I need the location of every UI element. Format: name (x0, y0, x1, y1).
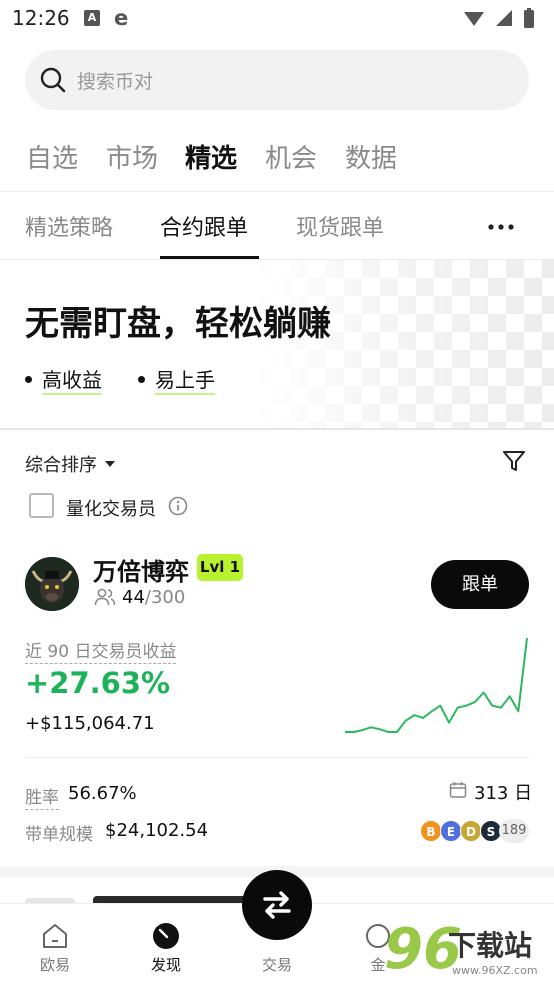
win-rate-label: 胜率 (25, 783, 59, 810)
filter-icon[interactable] (502, 449, 526, 473)
trader-name[interactable]: 万倍博弈 (93, 552, 189, 587)
home-icon (43, 924, 67, 948)
sparkline-series (345, 637, 528, 733)
quant-trader-checkbox[interactable] (29, 493, 54, 518)
discover-icon (153, 923, 179, 949)
sort-dropdown[interactable]: 综合排序 (25, 451, 115, 477)
subtab-futures-copy[interactable]: 合约跟单 (160, 210, 248, 242)
trade-fab-button[interactable] (242, 870, 312, 940)
nav-home[interactable]: 欧易 (15, 904, 95, 984)
tab-opportunities[interactable]: 机会 (265, 138, 317, 175)
users-icon (94, 588, 116, 606)
swap-icon (263, 891, 291, 919)
status-bar: 12:26 A e (0, 0, 554, 40)
level-badge: Lvl 1 (197, 554, 243, 581)
search-bar[interactable]: 搜索币对 (25, 50, 529, 110)
divider (25, 757, 529, 758)
pnl-value: +$115,064.71 (25, 713, 155, 734)
search-placeholder: 搜索币对 (77, 71, 154, 93)
btc-coin-icon: B (420, 820, 442, 842)
calendar-icon (449, 782, 467, 798)
tab-featured[interactable]: 精选 (185, 138, 237, 175)
promo-banner[interactable]: 无需盯盘，轻松躺赚 高收益 易上手 (0, 260, 554, 428)
more-coins-count: 189 (499, 819, 529, 843)
win-rate-value: 56.67% (68, 783, 137, 804)
banner-tag: 易上手 (138, 364, 215, 395)
follower-count: 44/300 (122, 587, 186, 608)
roi-value: +27.63% (25, 666, 171, 700)
caret-down-icon (105, 461, 115, 467)
tab-favorites[interactable]: 自选 (26, 138, 78, 175)
divider (0, 428, 554, 430)
status-time: 12:26 (12, 6, 70, 30)
doge-coin-icon: D (460, 820, 482, 842)
notification-e-icon: e (114, 6, 129, 30)
trading-days: 313 日 (474, 783, 533, 804)
trader-avatar[interactable] (25, 557, 79, 611)
subtab-spot-copy[interactable]: 现货跟单 (296, 210, 384, 242)
sub-tabs: 精选策略 合约跟单 现货跟单 (0, 210, 554, 260)
more-icon[interactable] (488, 224, 514, 230)
main-tabs: 自选 市场 精选 机会 数据 (0, 138, 554, 178)
subtab-strategies[interactable]: 精选策略 (25, 210, 113, 242)
banner-title: 无需盯盘，轻松躺赚 (25, 304, 331, 344)
roi-sparkline (345, 637, 528, 733)
search-icon (40, 67, 66, 93)
copy-trade-button[interactable]: 跟单 (431, 560, 529, 609)
tab-data[interactable]: 数据 (345, 138, 397, 175)
nav-discover[interactable]: 发现 (126, 904, 206, 984)
info-icon[interactable] (168, 496, 188, 516)
divider (0, 191, 554, 192)
quant-trader-label: 量化交易员 (66, 499, 156, 520)
banner-tag: 高收益 (25, 364, 102, 395)
roi-label: 近 90 日交易员收益 (25, 637, 177, 664)
tab-market[interactable]: 市场 (106, 138, 158, 175)
watermark-logo: 96 下载站 www.96XZ.com (384, 917, 538, 982)
eth-coin-icon: E (440, 820, 462, 842)
notification-a-icon: A (84, 10, 100, 26)
signal-battery-icons (464, 8, 534, 28)
aum-label: 带单规模 (25, 825, 93, 845)
aum-value: $24,102.54 (105, 820, 209, 841)
